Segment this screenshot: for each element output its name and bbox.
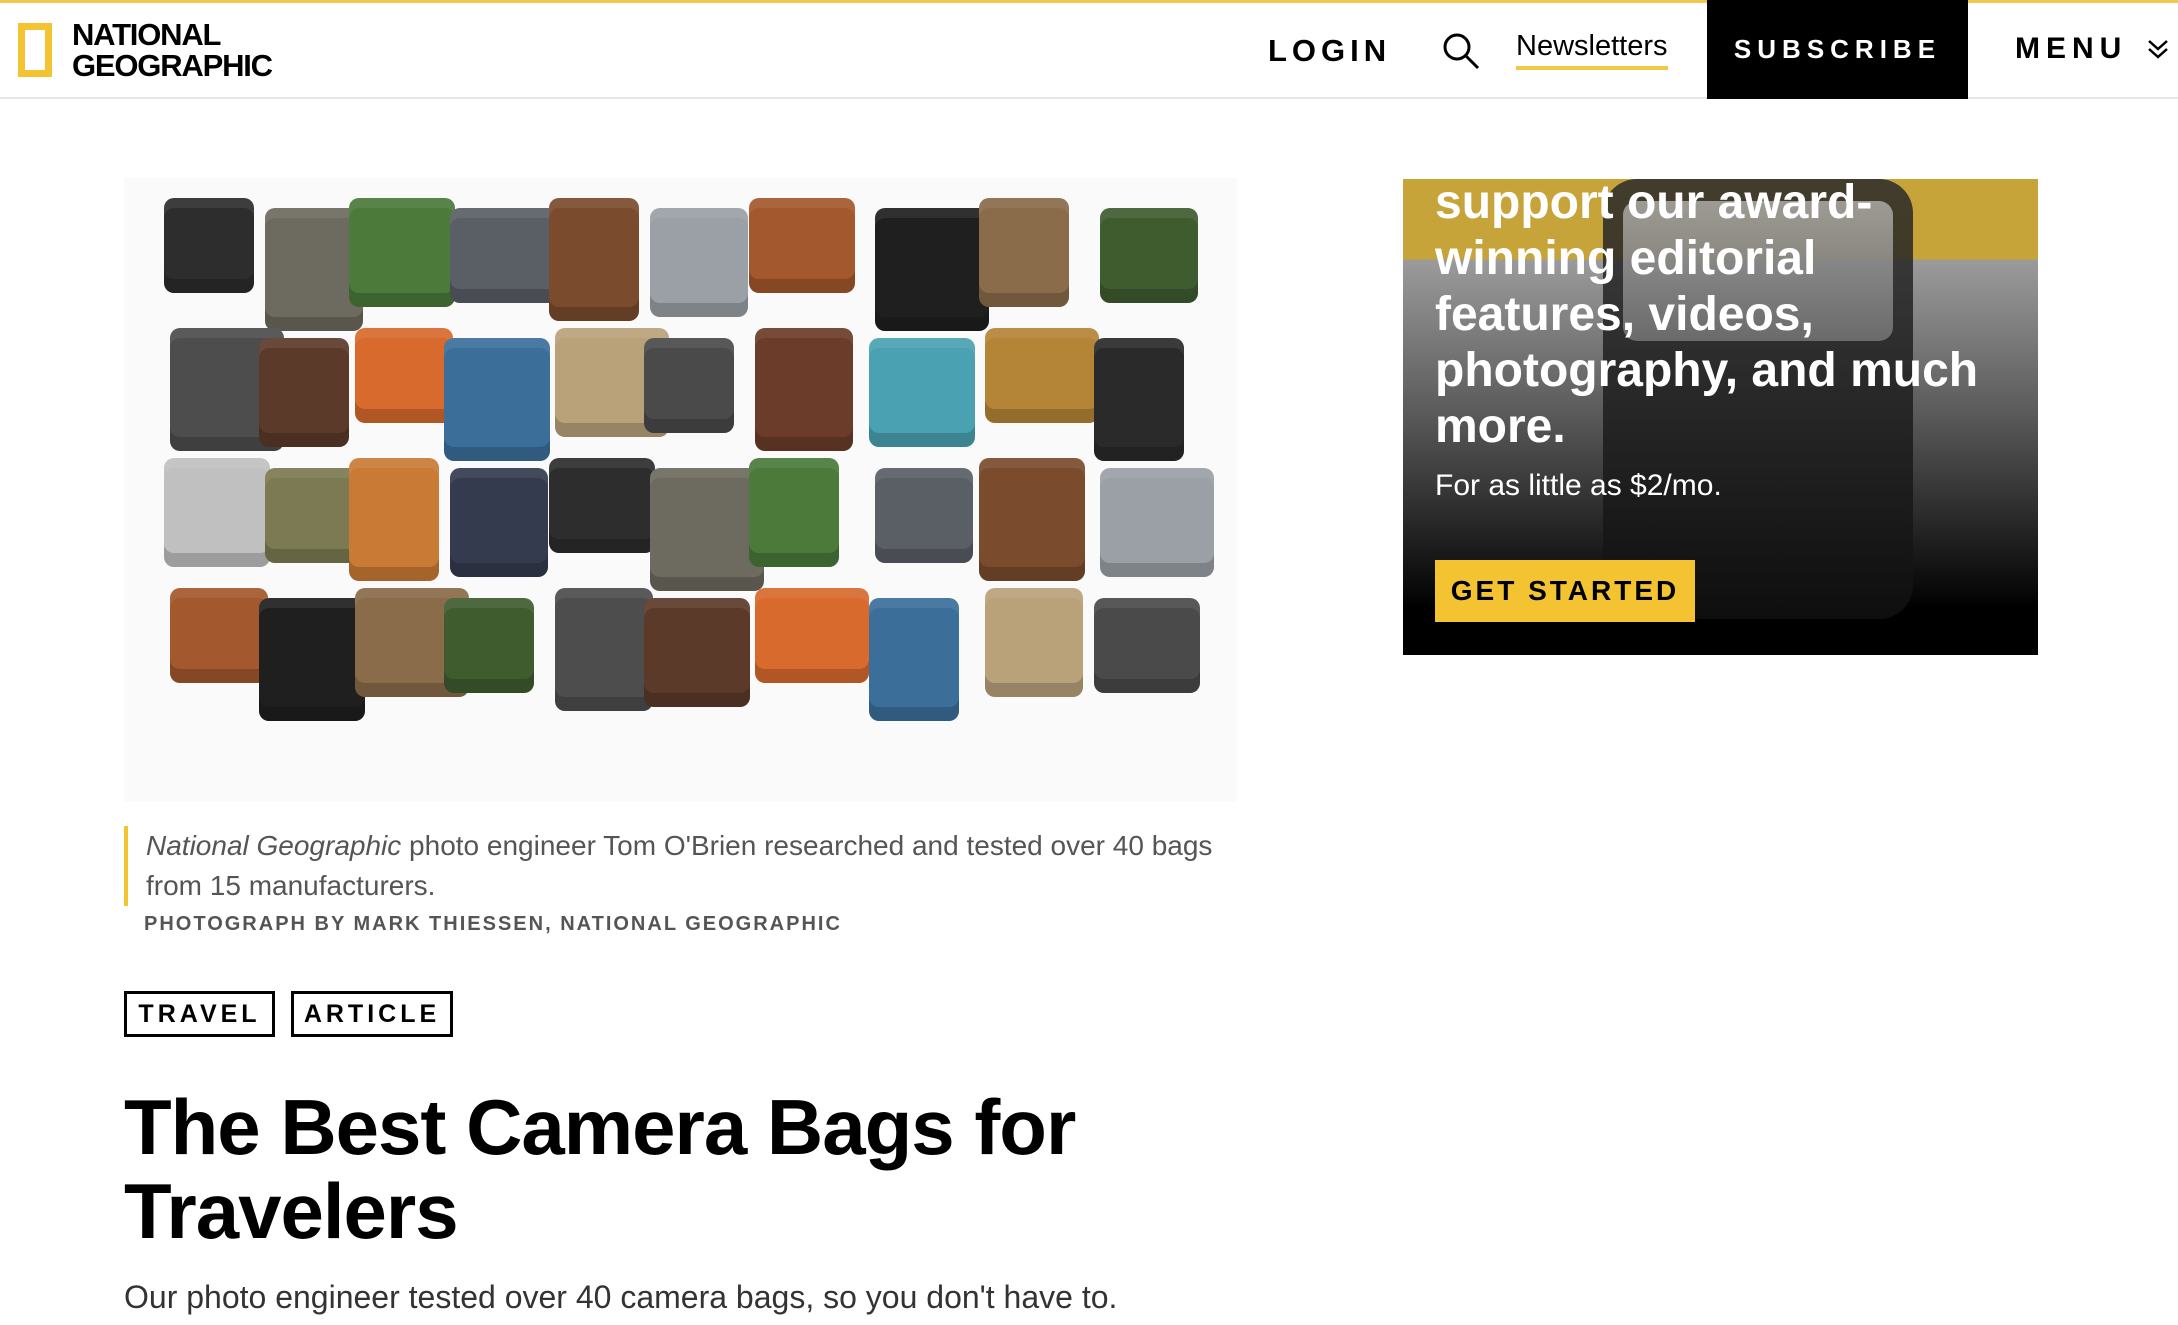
bag-photo-item: [875, 468, 973, 563]
bag-photo-item: [755, 588, 869, 683]
caption-italic: National Geographic: [146, 830, 402, 861]
bag-photo-item: [644, 338, 734, 433]
bag-photo-item: [259, 338, 349, 447]
subscribe-label: SUBSCRIBE: [1733, 34, 1942, 64]
bag-photo-item: [644, 598, 750, 707]
bag-photo-item: [869, 598, 959, 721]
menu-button[interactable]: MENU: [2015, 32, 2171, 66]
bag-photo-item: [355, 328, 453, 423]
menu-label: MENU: [2015, 32, 2128, 65]
bag-photo-item: [1094, 338, 1184, 461]
ad-price: For as little as $2/mo.: [1435, 469, 1722, 502]
search-icon[interactable]: [1441, 31, 1481, 71]
chevron-down-icon: [2148, 40, 2169, 59]
logo-line-1: NATIONAL: [72, 17, 221, 52]
bag-photo-item: [549, 198, 639, 321]
photo-credit: PHOTOGRAPH BY MARK THIESSEN, NATIONAL GE…: [144, 913, 842, 935]
bag-photo-item: [349, 198, 455, 307]
article-dek: Our photo engineer tested over 40 camera…: [124, 1279, 1118, 1315]
bag-photo-item: [985, 588, 1083, 697]
ad-headline: support our award-winning editorial feat…: [1435, 179, 1979, 453]
bag-photo-item: [749, 198, 855, 293]
subscription-ad[interactable]: support our award-winning editorial feat…: [1403, 179, 2038, 655]
site-header: NATIONAL GEOGRAPHIC LOGIN Newsletters SU…: [0, 0, 2178, 99]
subscribe-button[interactable]: SUBSCRIBE: [1707, 0, 1968, 99]
bag-photo-item: [555, 588, 653, 711]
bag-photo-item: [444, 598, 534, 693]
tag-travel[interactable]: TRAVEL: [124, 991, 275, 1037]
article-title: The Best Camera Bags for Travelers: [124, 1083, 1076, 1255]
bag-photo-item: [170, 588, 268, 683]
bag-photo-item: [749, 458, 839, 567]
bag-photo-item: [450, 468, 548, 577]
bag-photo-item: [444, 338, 550, 461]
logo-line-2: GEOGRAPHIC: [72, 48, 273, 83]
hero-image: [124, 178, 1237, 802]
bag-photo-item: [650, 468, 764, 591]
bag-photo-item: [755, 328, 853, 451]
bag-photo-item: [1100, 208, 1198, 303]
bag-photo-item: [164, 458, 270, 567]
bag-photo-item: [985, 328, 1099, 423]
bag-photo-item: [349, 458, 439, 581]
newsletters-link[interactable]: Newsletters: [1516, 30, 1668, 70]
yellow-border-logo-icon: [18, 23, 52, 77]
get-started-button[interactable]: GET STARTED: [1435, 560, 1695, 622]
bag-photo-item: [1094, 598, 1200, 693]
bag-photo-item: [164, 198, 254, 293]
bag-photo-item: [259, 598, 365, 721]
bag-photo-item: [869, 338, 975, 447]
tag-article[interactable]: ARTICLE: [291, 991, 453, 1037]
bag-photo-item: [450, 208, 564, 303]
image-caption: National Geographic photo engineer Tom O…: [124, 826, 1246, 906]
bag-photo-item: [979, 458, 1085, 581]
bag-photo-item: [549, 458, 655, 553]
bag-photo-item: [1100, 468, 1214, 577]
login-link[interactable]: LOGIN: [1268, 33, 1391, 69]
bag-photo-item: [979, 198, 1069, 307]
natgeo-logo[interactable]: NATIONAL GEOGRAPHIC: [18, 17, 273, 83]
bag-photo-item: [875, 208, 989, 331]
bag-photo-item: [650, 208, 748, 317]
logo-wordmark: NATIONAL GEOGRAPHIC: [72, 17, 273, 83]
